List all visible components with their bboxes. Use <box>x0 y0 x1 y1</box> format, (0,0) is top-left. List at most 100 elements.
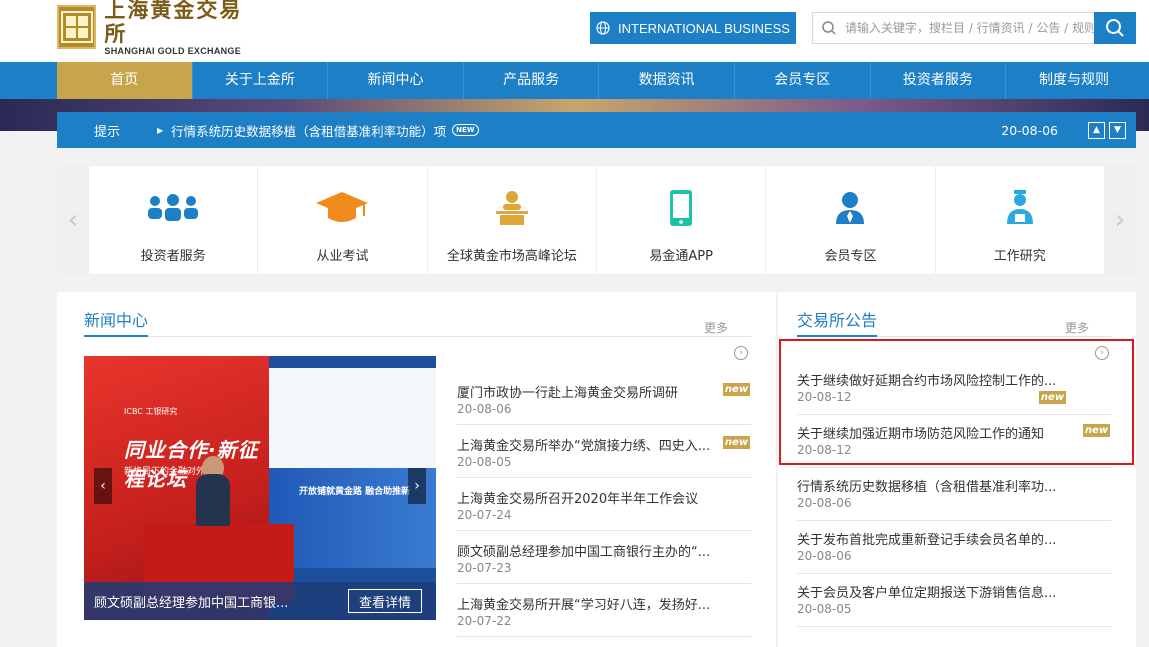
view-details-button[interactable]: 查看详情 <box>348 589 422 613</box>
notice-text: 行情系统历史数据移植（含租借基准利率功能）项 <box>171 123 447 139</box>
site-header: 上海黄金交易所 SHANGHAI GOLD EXCHANGE INTERNATI… <box>0 0 1149 62</box>
announcement-item[interactable]: 关于继续做好延期合约市场风险控制工作的... 20-08-12 new <box>797 362 1111 415</box>
announcement-item[interactable]: 关于发布首批完成重新登记手续会员名单的... 20-08-06 <box>797 521 1111 574</box>
announcement-date: 20-08-06 <box>797 496 852 510</box>
nav-item-about[interactable]: 关于上金所 <box>193 62 329 99</box>
nav-item-members[interactable]: 会员专区 <box>735 62 871 99</box>
announcement-title[interactable]: 关于发布首批完成重新登记手续会员名单的... <box>797 529 1067 548</box>
news-item-title[interactable]: 上海黄金交易所举办“党旗接力绣、四史入... <box>457 435 717 454</box>
new-badge: NEW <box>452 124 479 136</box>
carousel-prev-button[interactable]: ‹ <box>57 166 89 274</box>
news-item[interactable]: 上海黄金交易所开展“学习好八连，发扬好... 20-07-22 <box>457 584 751 637</box>
announcement-date: 20-08-06 <box>797 549 852 563</box>
announcements-title[interactable]: 交易所公告 <box>797 307 877 331</box>
news-item-date: 20-08-06 <box>457 402 512 416</box>
site-logo[interactable]: 上海黄金交易所 SHANGHAI GOLD EXCHANGE <box>57 0 247 56</box>
new-badge: new <box>1083 424 1110 437</box>
quick-link-label: 工作研究 <box>993 249 1046 264</box>
quick-link-research[interactable]: 工作研究 <box>936 166 1104 274</box>
news-item-title[interactable]: 厦门市政协一行赴上海黄金交易所调研 <box>457 382 717 401</box>
nav-item-products[interactable]: 产品服务 <box>464 62 600 99</box>
news-item[interactable]: 上海黄金交易所召开2020年半年工作会议 20-07-24 <box>457 478 751 531</box>
search-icon <box>813 13 845 43</box>
slider-prev-button[interactable]: ‹ <box>94 468 112 504</box>
globe-icon <box>596 21 610 35</box>
arrow-right-circle-icon[interactable]: › <box>734 346 748 360</box>
quick-link-members[interactable]: 会员专区 <box>766 166 936 274</box>
logo-chinese-name: 上海黄金交易所 <box>104 0 243 46</box>
news-item-date: 20-07-24 <box>457 508 512 522</box>
carousel-next-button[interactable]: › <box>1104 166 1136 274</box>
new-badge: new <box>1039 391 1066 404</box>
banner-brand: ICBC 工银研究 <box>124 407 178 416</box>
quick-link-investor-services[interactable]: 投资者服务 <box>89 166 259 274</box>
photo-caption[interactable]: 顾文硕副总经理参加中国工商银... <box>94 592 334 611</box>
search-input[interactable] <box>845 14 1094 42</box>
news-center-panel: 新闻中心 更多 › ICBC 工银研究 同业合作·新征程论坛 新格局下的金融对外… <box>57 292 776 647</box>
nav-item-news[interactable]: 新闻中心 <box>328 62 464 99</box>
nav-item-data[interactable]: 数据资讯 <box>599 62 735 99</box>
podium-speaker-icon <box>482 188 542 228</box>
news-item[interactable]: 顾文硕副总经理参加中国工商银行主办的“... 20-07-23 <box>457 531 751 584</box>
international-business-label: INTERNATIONAL BUSINESS <box>618 20 790 36</box>
graduation-cap-icon <box>312 188 372 228</box>
notice-link[interactable]: ▶ 行情系统历史数据移植（含租借基准利率功能）项 NEW <box>157 121 1001 140</box>
researcher-icon <box>990 188 1050 228</box>
news-center-title[interactable]: 新闻中心 <box>84 307 148 331</box>
announcement-title[interactable]: 关于继续加强近期市场防范风险工作的通知 <box>797 423 1067 442</box>
announcement-item[interactable]: 关于继续加强近期市场防范风险工作的通知 20-08-12 new <box>797 415 1111 468</box>
search-submit-button[interactable] <box>1094 12 1136 44</box>
quick-link-app[interactable]: 易金通APP <box>597 166 767 274</box>
announcement-date: 20-08-05 <box>797 602 852 616</box>
logo-english-name: SHANGHAI GOLD EXCHANGE <box>104 46 242 56</box>
slider-next-button[interactable]: › <box>408 468 426 504</box>
nav-item-investors[interactable]: 投资者服务 <box>871 62 1007 99</box>
section-divider <box>84 336 751 337</box>
search-icon <box>1106 19 1124 37</box>
news-item-title[interactable]: 顾文硕副总经理参加中国工商银行主办的“... <box>457 541 717 560</box>
announcement-item[interactable]: 行情系统历史数据移植（含租借基准利率功... 20-08-06 <box>797 468 1111 521</box>
nav-item-home[interactable]: 首页 <box>57 62 193 99</box>
notice-next-button[interactable]: ▼ <box>1109 121 1126 139</box>
announcement-title[interactable]: 关于继续做好延期合约市场风险控制工作的... <box>797 370 1067 389</box>
arrow-right-circle-icon[interactable]: › <box>1095 346 1109 360</box>
news-list: 厦门市政协一行赴上海黄金交易所调研 20-08-06 new 上海黄金交易所举办… <box>457 372 751 637</box>
quick-link-label: 易金通APP <box>649 249 713 264</box>
mobile-phone-icon <box>651 188 711 228</box>
investors-group-icon <box>143 188 203 228</box>
announcement-title[interactable]: 行情系统历史数据移植（含租借基准利率功... <box>797 476 1067 495</box>
section-title-underline <box>84 335 148 337</box>
new-badge: new <box>723 436 750 449</box>
notice-ticker: 提示 ▶ 行情系统历史数据移植（含租借基准利率功能）项 NEW 20-08-06… <box>57 112 1136 148</box>
quick-link-label: 全球黄金市场高峰论坛 <box>446 249 577 264</box>
news-item-title[interactable]: 上海黄金交易所召开2020年半年工作会议 <box>457 488 717 507</box>
news-item-date: 20-08-05 <box>457 455 512 469</box>
logo-emblem-icon <box>57 5 97 49</box>
announcement-date: 20-08-12 <box>797 390 852 404</box>
news-more-link[interactable]: 更多 <box>704 319 728 336</box>
quick-link-exam[interactable]: 从业考试 <box>258 166 428 274</box>
international-business-button[interactable]: INTERNATIONAL BUSINESS <box>590 12 796 44</box>
news-item-title[interactable]: 上海黄金交易所开展“学习好八连，发扬好... <box>457 594 717 613</box>
news-item[interactable]: 厦门市政协一行赴上海黄金交易所调研 20-08-06 new <box>457 372 751 425</box>
announcement-date: 20-08-12 <box>797 443 852 457</box>
news-photo-slider[interactable]: ICBC 工银研究 同业合作·新征程论坛 新格局下的金融对外开放 开放铺就黄金路… <box>84 356 436 620</box>
speaker-body <box>196 474 230 526</box>
announcement-title[interactable]: 关于会员及客户单位定期报送下游销售信息... <box>797 582 1067 601</box>
triangle-right-icon: ▶ <box>157 125 164 135</box>
announcements-list: 关于继续做好延期合约市场风险控制工作的... 20-08-12 new 关于继续… <box>797 362 1111 627</box>
main-nav: 首页 关于上金所 新闻中心 产品服务 数据资讯 会员专区 投资者服务 制度与规则 <box>0 62 1149 99</box>
nav-item-rules[interactable]: 制度与规则 <box>1006 62 1142 99</box>
quick-link-label: 从业考试 <box>316 249 369 264</box>
announcements-more-link[interactable]: 更多 <box>1065 319 1089 336</box>
screen-text: 开放铺就黄金路 融合助推新 <box>299 487 411 497</box>
news-item[interactable]: 上海黄金交易所举办“党旗接力绣、四史入... 20-08-05 new <box>457 425 751 478</box>
announcements-panel: 交易所公告 更多 › 关于继续做好延期合约市场风险控制工作的... 20-08-… <box>778 292 1136 647</box>
news-item-date: 20-07-23 <box>457 561 512 575</box>
member-user-icon <box>820 188 880 228</box>
notice-date: 20-08-06 <box>1001 122 1058 138</box>
quick-link-forum[interactable]: 全球黄金市场高峰论坛 <box>428 166 597 274</box>
photo-caption-bar: 顾文硕副总经理参加中国工商银... 查看详情 <box>84 582 436 620</box>
announcement-item[interactable]: 关于会员及客户单位定期报送下游销售信息... 20-08-05 <box>797 574 1111 627</box>
notice-prev-button[interactable]: ▲ <box>1088 121 1105 139</box>
